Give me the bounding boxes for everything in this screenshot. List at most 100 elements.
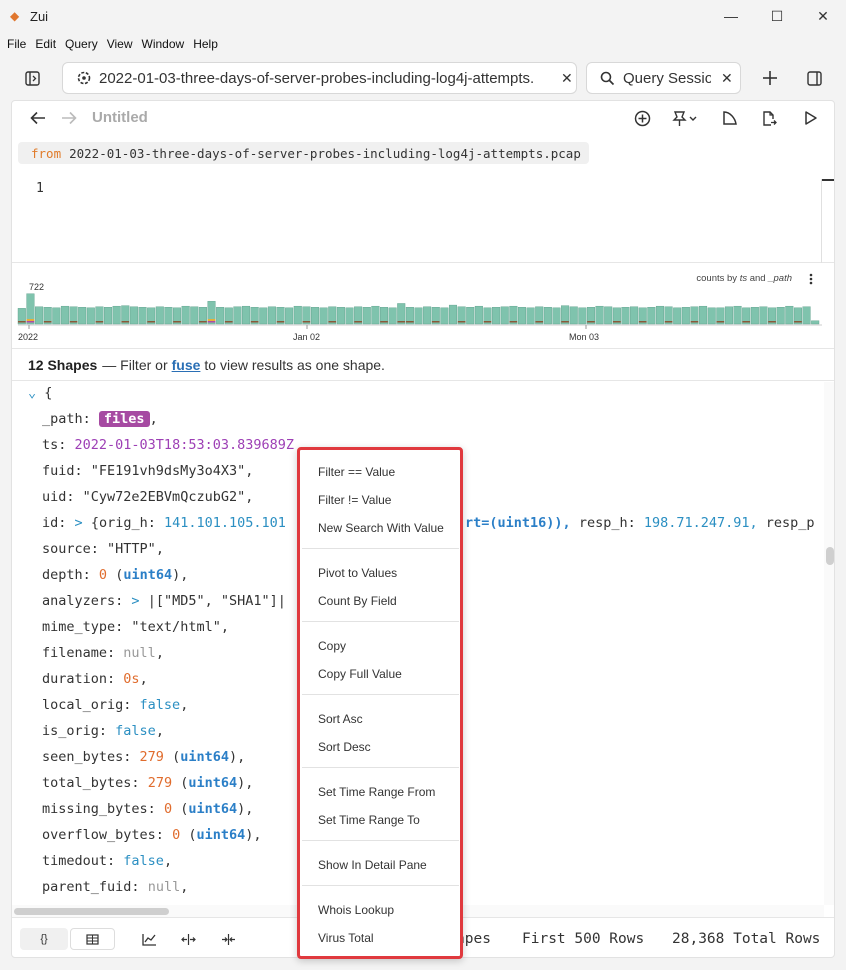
- histogram-bar[interactable]: [811, 320, 820, 325]
- from-pool-pill[interactable]: from 2022-01-03-three-days-of-server-pro…: [18, 142, 589, 164]
- field-local-orig[interactable]: local_orig: false,: [42, 697, 188, 717]
- pin-menu-button[interactable]: [669, 107, 701, 129]
- histogram-bar[interactable]: [569, 306, 578, 325]
- histogram-bar[interactable]: [362, 307, 371, 325]
- field-is-orig[interactable]: is_orig: false,: [42, 723, 164, 743]
- histogram-bar[interactable]: [802, 306, 811, 325]
- menu-item-count-by[interactable]: Count By Field: [318, 591, 397, 611]
- menu-item-time-from[interactable]: Set Time Range From: [318, 782, 435, 802]
- field-source[interactable]: source: "HTTP",: [42, 541, 164, 561]
- histogram-bar[interactable]: [759, 306, 768, 325]
- field-value[interactable]: "HTTP": [107, 541, 156, 557]
- histogram-bar[interactable]: [440, 307, 449, 325]
- editor-scrollbar[interactable]: [822, 179, 834, 181]
- histogram-bar[interactable]: [647, 307, 656, 325]
- table-view-button[interactable]: [70, 928, 115, 950]
- field-filename[interactable]: filename: null,: [42, 645, 164, 665]
- field-value[interactable]: "FE191vh9dsMy3o4X3": [91, 463, 245, 479]
- histogram-bar[interactable]: [500, 306, 509, 325]
- scroll-thumb[interactable]: [826, 547, 834, 565]
- histogram-bar[interactable]: [371, 305, 380, 325]
- histogram-bar[interactable]: [621, 307, 630, 325]
- histogram-bar[interactable]: [414, 307, 423, 325]
- toggle-right-sidebar-button[interactable]: [804, 68, 824, 88]
- field-ts[interactable]: ts: 2022-01-03T18:53:03.839689Z: [42, 437, 294, 457]
- record-open-row[interactable]: ⌄ {: [28, 385, 52, 405]
- minimize-button[interactable]: —: [708, 0, 754, 32]
- histogram-bar[interactable]: [78, 307, 87, 325]
- field-value[interactable]: 279: [140, 749, 164, 765]
- menu-item-whois[interactable]: Whois Lookup: [318, 900, 394, 920]
- menu-item-time-to[interactable]: Set Time Range To: [318, 810, 420, 830]
- tab-query-session[interactable]: Query Sessio ✕: [586, 62, 741, 94]
- path-badge[interactable]: files: [98, 411, 150, 427]
- histogram-bar[interactable]: [655, 305, 664, 325]
- histogram-bar[interactable]: [138, 307, 147, 325]
- field-uid[interactable]: uid: "Cyw72e2EBVmQczubG2",: [42, 489, 253, 509]
- forward-button[interactable]: [59, 108, 79, 128]
- field-value[interactable]: null: [123, 645, 156, 661]
- menu-item-filter-not-equals[interactable]: Filter != Value: [318, 490, 391, 510]
- field-value[interactable]: 279: [148, 775, 172, 791]
- field-value[interactable]: null: [148, 879, 181, 895]
- field-value[interactable]: 0s: [123, 671, 139, 687]
- field-value[interactable]: 0: [99, 567, 107, 583]
- histogram-bar[interactable]: [474, 305, 483, 325]
- field-value[interactable]: 198.71.247.91,: [644, 515, 758, 531]
- toggle-left-sidebar-button[interactable]: [22, 68, 42, 88]
- field-value[interactable]: 141.101.105.101: [164, 515, 286, 531]
- field-timedout[interactable]: timedout: false,: [42, 853, 172, 873]
- chevron-down-icon[interactable]: ⌄: [28, 385, 36, 401]
- histogram-bar[interactable]: [52, 307, 61, 325]
- chart-view-button[interactable]: [137, 928, 161, 950]
- field-missing-bytes[interactable]: missing_bytes: 0 (uint64),: [42, 801, 253, 821]
- histogram-bar[interactable]: [492, 307, 501, 325]
- add-query-button[interactable]: [631, 107, 653, 129]
- histogram-bar[interactable]: [604, 306, 613, 325]
- menu-query[interactable]: Query: [65, 37, 98, 51]
- histogram-bar[interactable]: [526, 307, 535, 325]
- field-parent-fuid[interactable]: parent_fuid: null,: [42, 879, 188, 899]
- histogram-chart[interactable]: 722 2022 Jan 02 Mon 03: [12, 263, 835, 349]
- field-value[interactable]: |["MD5", "SHA1"]|: [148, 593, 286, 609]
- histogram-bar[interactable]: [345, 307, 354, 325]
- histogram-bar[interactable]: [112, 305, 121, 325]
- menu-help[interactable]: Help: [193, 37, 218, 51]
- field-value[interactable]: 0: [172, 827, 180, 843]
- back-button[interactable]: [28, 108, 48, 128]
- histogram-bar[interactable]: [517, 307, 526, 325]
- histogram-bar[interactable]: [293, 305, 302, 325]
- histogram-bar[interactable]: [336, 307, 345, 325]
- field-value[interactable]: false: [123, 853, 164, 869]
- histogram-bar[interactable]: [707, 307, 716, 325]
- menu-item-sort-asc[interactable]: Sort Asc: [318, 709, 363, 729]
- histogram-bar[interactable]: [155, 306, 164, 325]
- tab-pool[interactable]: 2022-01-03-three-days-of-server-probes-i…: [62, 62, 577, 94]
- field-value[interactable]: 2022-01-03T18:53:03.839689Z: [75, 437, 294, 453]
- new-tab-button[interactable]: [760, 68, 780, 88]
- menu-item-virus-total[interactable]: Virus Total: [318, 928, 374, 948]
- field-value[interactable]: "Cyw72e2EBVmQczubG2": [83, 489, 246, 505]
- histogram-bar[interactable]: [259, 307, 268, 325]
- inspector-view-button[interactable]: {}: [20, 928, 68, 950]
- histogram-bar[interactable]: [311, 307, 320, 325]
- field-analyzers[interactable]: analyzers: > |["MD5", "SHA1"]|: [42, 593, 286, 613]
- field-value[interactable]: 0: [164, 801, 172, 817]
- close-tab-icon[interactable]: ✕: [721, 70, 733, 87]
- export-button[interactable]: [758, 107, 780, 129]
- field-fuid[interactable]: fuid: "FE191vh9dsMy3o4X3",: [42, 463, 253, 483]
- histogram-bar[interactable]: [164, 307, 173, 325]
- menu-item-sort-desc[interactable]: Sort Desc: [318, 737, 371, 757]
- histogram-bar[interactable]: [104, 307, 113, 325]
- histogram-bar[interactable]: [397, 303, 406, 325]
- query-editor[interactable]: 1: [12, 173, 834, 263]
- histogram-bar[interactable]: [578, 307, 587, 325]
- menu-edit[interactable]: Edit: [35, 37, 56, 51]
- histogram-bar[interactable]: [681, 307, 690, 325]
- chevron-right-icon[interactable]: >: [75, 515, 83, 531]
- histogram-bar[interactable]: [750, 307, 759, 325]
- histogram-bar[interactable]: [724, 306, 733, 325]
- menu-window[interactable]: Window: [142, 37, 185, 51]
- expand-columns-button[interactable]: [176, 928, 200, 950]
- run-query-button[interactable]: [800, 107, 822, 129]
